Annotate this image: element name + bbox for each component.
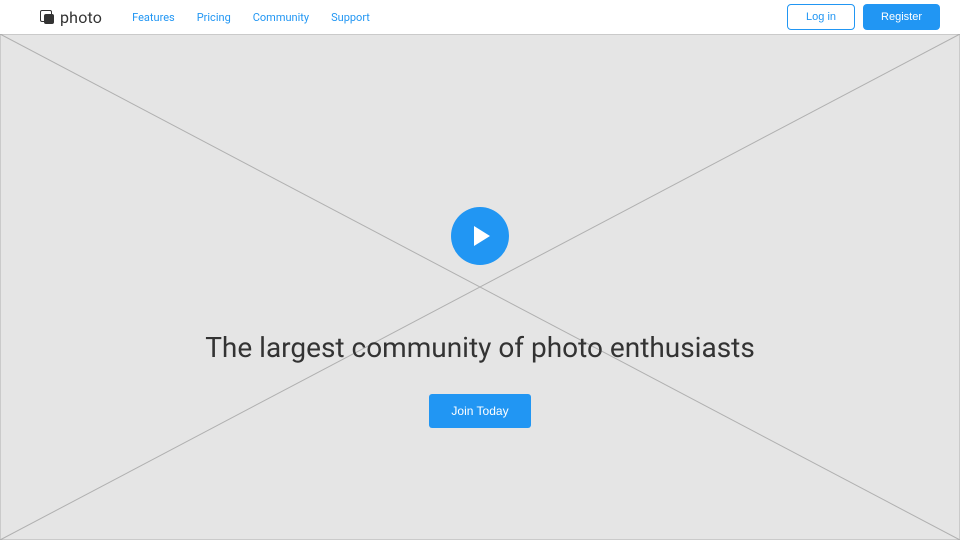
nav-link-support[interactable]: Support (331, 11, 370, 24)
header: photo Features Pricing Community Support… (0, 0, 960, 34)
play-button[interactable] (451, 207, 509, 265)
join-button[interactable]: Join Today (429, 394, 530, 428)
primary-nav: Features Pricing Community Support (132, 11, 370, 24)
auth-actions: Log in Register (787, 4, 940, 30)
brand[interactable]: photo (40, 8, 102, 27)
placeholder-cross-icon (0, 34, 960, 540)
nav-link-features[interactable]: Features (132, 11, 175, 24)
register-button[interactable]: Register (863, 4, 940, 30)
nav-link-pricing[interactable]: Pricing (197, 11, 231, 24)
brand-name: photo (60, 8, 102, 27)
login-button[interactable]: Log in (787, 4, 855, 30)
logo-icon (40, 10, 54, 24)
hero-title: The largest community of photo enthusias… (205, 331, 755, 364)
nav-link-community[interactable]: Community (253, 11, 309, 24)
play-icon (474, 226, 490, 246)
hero: The largest community of photo enthusias… (0, 34, 960, 540)
